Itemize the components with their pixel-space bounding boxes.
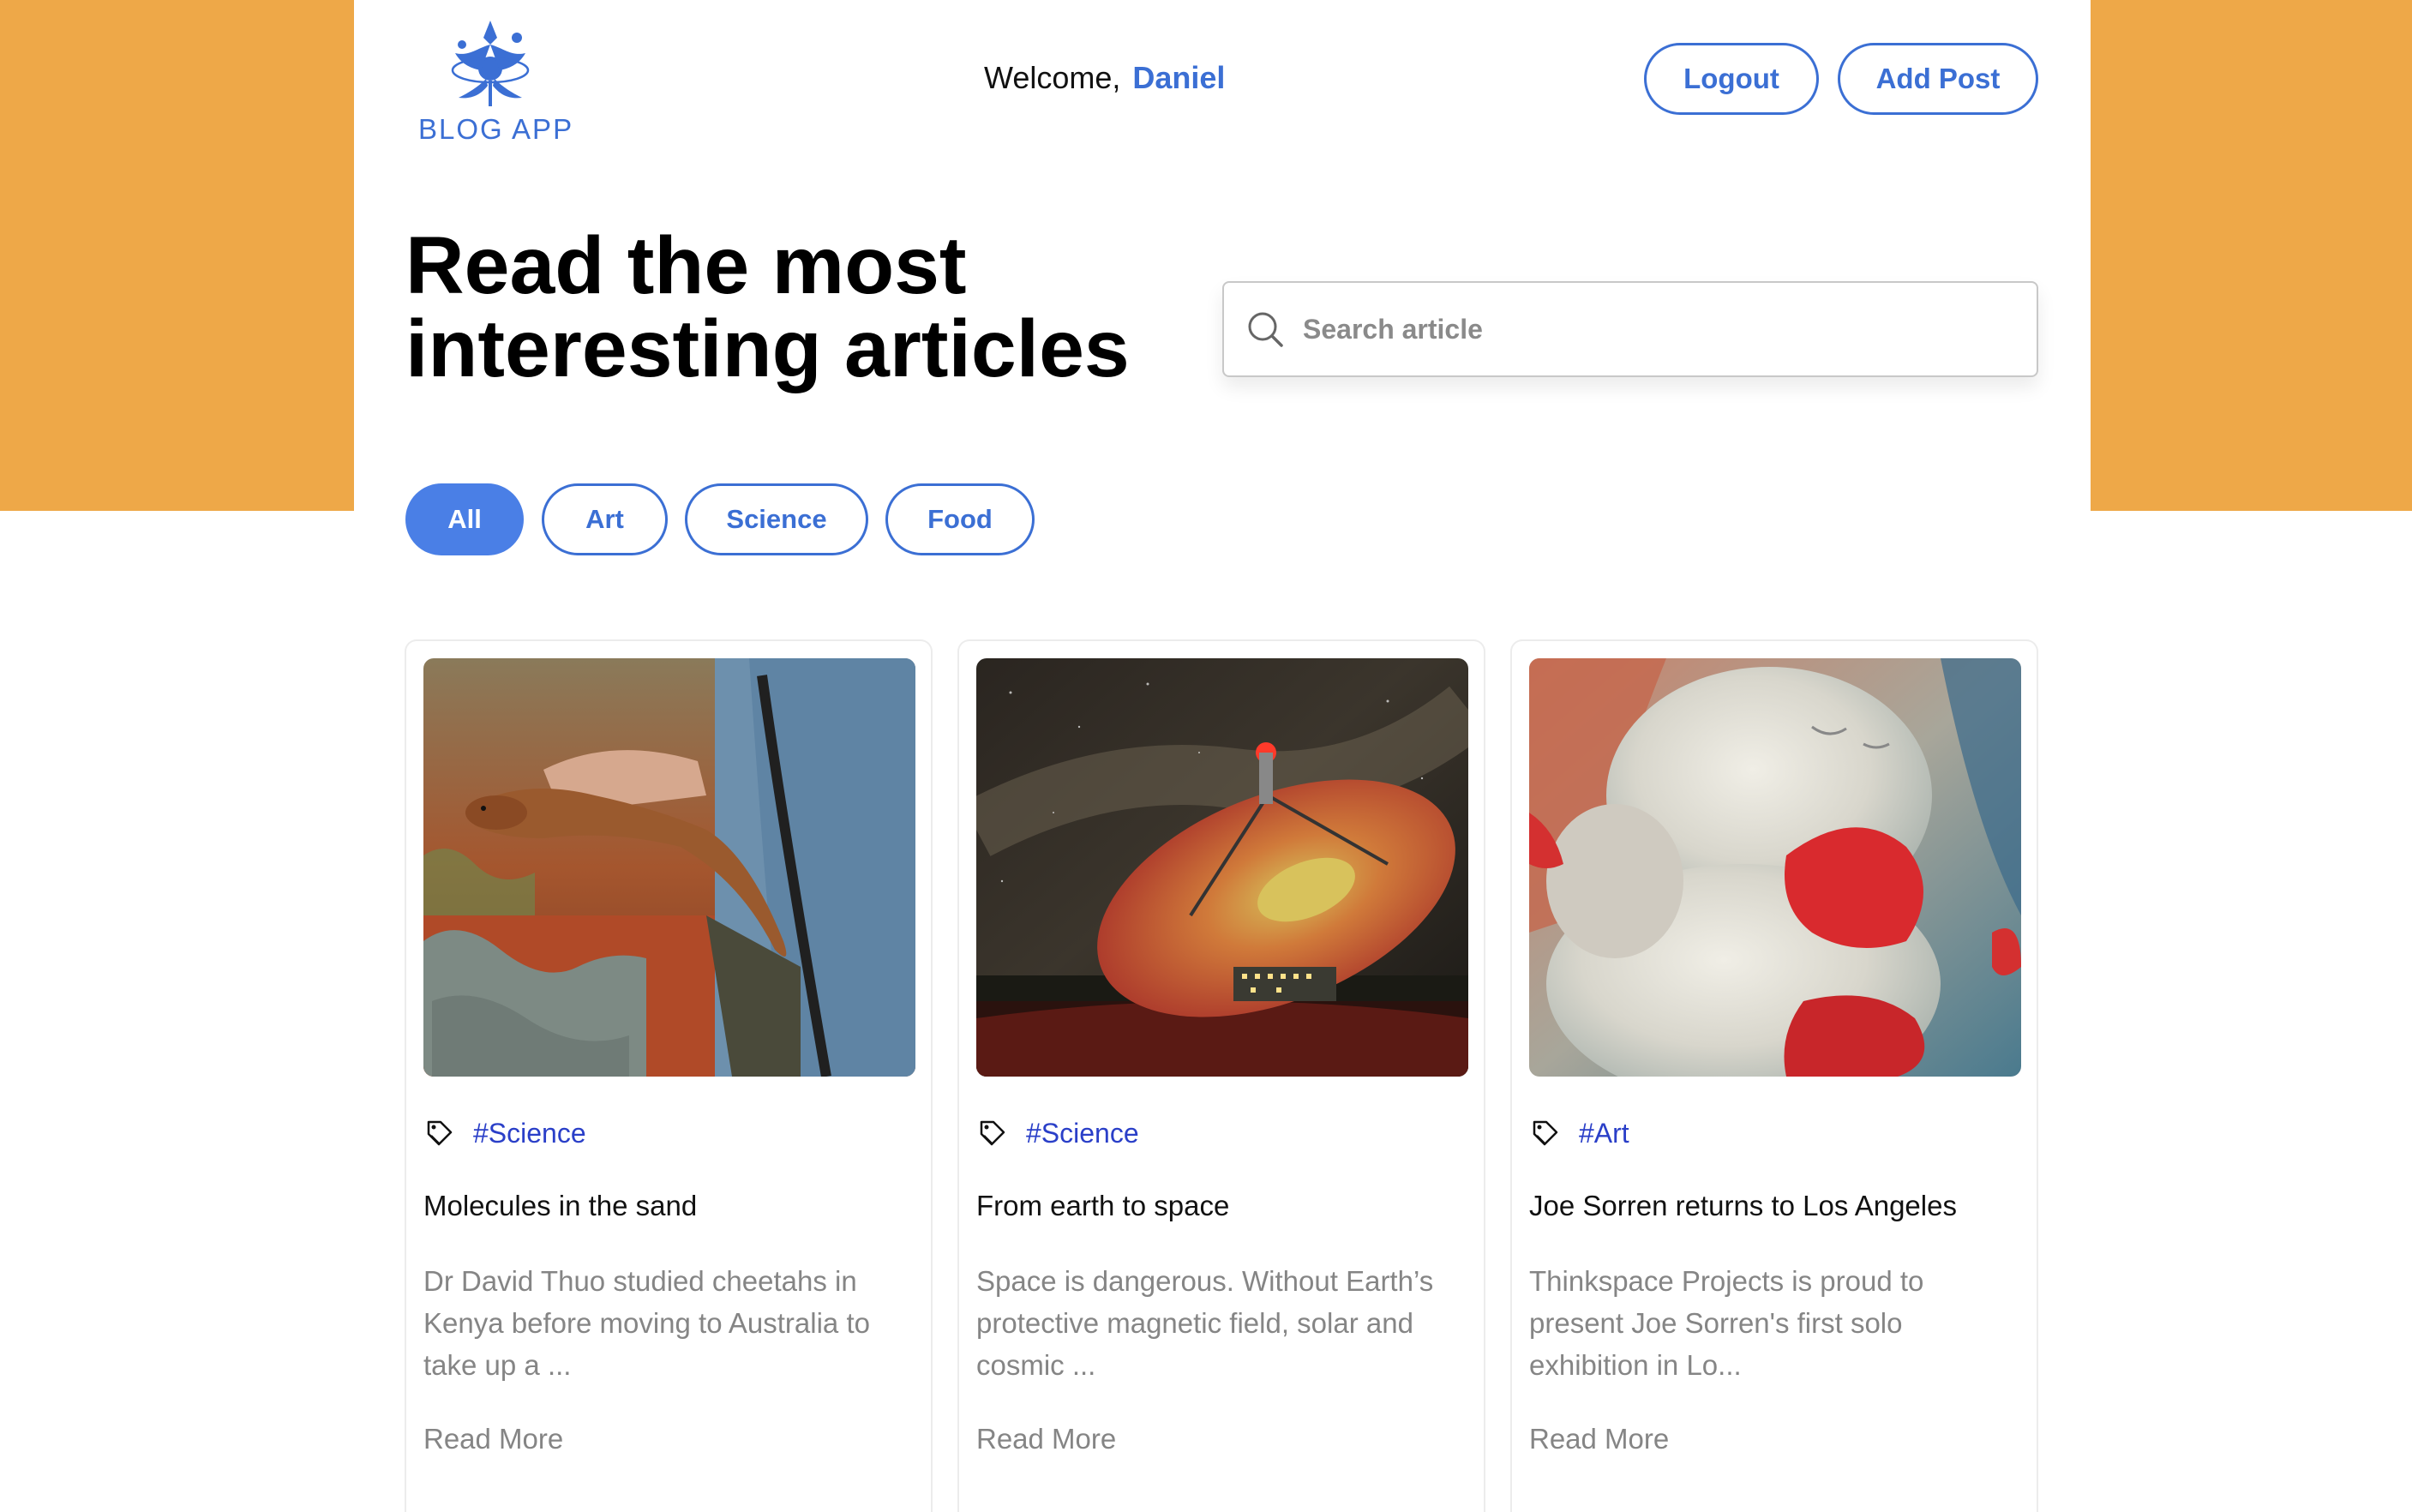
tag-icon: [1533, 1120, 1558, 1145]
article-title[interactable]: From earth to space: [976, 1190, 1229, 1222]
article-excerpt: Thinkspace Projects is proud to present …: [1529, 1265, 1924, 1381]
read-more-link[interactable]: Read More: [1529, 1423, 1669, 1455]
orange-background-left: [0, 0, 354, 511]
article-card[interactable]: #Science Molecules in the sand Dr David …: [405, 639, 933, 1512]
article-card[interactable]: #Art Joe Sorren returns to Los Angeles T…: [1510, 639, 2038, 1512]
filter-all[interactable]: All: [405, 483, 524, 555]
search-icon: [1248, 312, 1283, 347]
search-box[interactable]: [1222, 281, 2038, 377]
read-more-link[interactable]: Read More: [423, 1423, 563, 1455]
tag-row: #Science: [423, 1118, 586, 1149]
lizard-in-hand-photo[interactable]: [423, 658, 915, 1077]
filter-science[interactable]: Science: [685, 483, 868, 555]
orange-background-right: [2091, 0, 2412, 511]
article-excerpt: Dr David Thuo studied cheetahs in Kenya …: [423, 1265, 870, 1381]
filter-art[interactable]: Art: [542, 483, 668, 555]
article-card[interactable]: #Science From earth to space Space is da…: [957, 639, 1485, 1512]
main-panel: BLOG APP Welcome, Daniel Logout Add Post …: [354, 0, 2091, 1512]
article-title[interactable]: Molecules in the sand: [423, 1190, 697, 1222]
read-more-link[interactable]: Read More: [976, 1423, 1116, 1455]
tag-icon: [980, 1120, 1005, 1145]
filter-food[interactable]: Food: [885, 483, 1035, 555]
blog-app-logo[interactable]: BLOG APP: [405, 19, 577, 147]
radio-telescope-night-photo[interactable]: [976, 658, 1468, 1077]
tag-icon: [427, 1120, 453, 1145]
search-input[interactable]: [1303, 313, 1989, 345]
headline-line-2: interesting articles: [405, 303, 1130, 394]
tag-row: #Science: [976, 1118, 1139, 1149]
article-tag[interactable]: #Science: [1026, 1118, 1139, 1149]
welcome-message: Welcome, Daniel: [984, 60, 1225, 96]
logout-button[interactable]: Logout: [1644, 43, 1819, 115]
headline-line-1: Read the most: [405, 220, 967, 311]
article-tag[interactable]: #Science: [473, 1118, 586, 1149]
logo-text: BLOG APP: [418, 113, 574, 145]
page-headline: Read the most interesting articles: [405, 225, 1130, 391]
bear-painting-artwork[interactable]: [1529, 658, 2021, 1077]
user-name[interactable]: Daniel: [1132, 60, 1225, 95]
article-tag[interactable]: #Art: [1579, 1118, 1629, 1149]
tag-row: #Art: [1529, 1118, 1629, 1149]
blog-app-logo-icon: [451, 21, 530, 106]
article-excerpt: Space is dangerous. Without Earth’s prot…: [976, 1265, 1434, 1381]
welcome-label: Welcome,: [984, 60, 1121, 95]
article-title[interactable]: Joe Sorren returns to Los Angeles: [1529, 1190, 1957, 1222]
add-post-button[interactable]: Add Post: [1838, 43, 2038, 115]
